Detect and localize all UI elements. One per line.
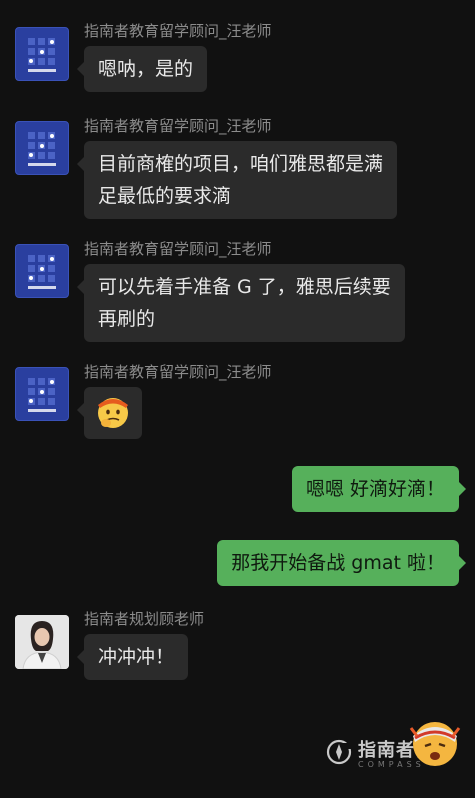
message-text: 嗯呐，是的 [98,58,194,80]
message-text: 那我开始备战 gmat 啦！ [231,552,445,574]
message-bubble-sent[interactable]: 那我开始备战 gmat 啦！ [217,540,466,586]
message-bubble[interactable]: 嗯呐，是的 [76,46,208,92]
compass-logo-icon [28,38,56,72]
message-text: 嗯嗯 好滴好滴！ [305,478,445,500]
advisor-avatar[interactable] [15,121,69,175]
thinking-face-emoji [98,398,128,428]
advisor-avatar[interactable] [15,615,69,669]
advisor-avatar[interactable] [15,27,69,81]
compass-logo-icon [28,132,56,166]
sender-name: 指南者规划顾老师 [84,610,205,628]
compass-brand-icon [326,739,352,765]
advisor-avatar[interactable] [15,244,69,298]
message-bubble[interactable]: 目前商榷的项目，咱们雅思都是满 足最低的要求滴 [76,141,398,219]
mascot-sticker [409,722,461,766]
message-text-line: 可以先着手准备 G 了，雅思后续要 [98,276,391,298]
sender-name: 指南者教育留学顾问_汪老师 [84,240,272,258]
message-bubble[interactable]: 可以先着手准备 G 了，雅思后续要 再刷的 [77,264,405,342]
person-photo-icon [15,615,69,669]
compass-logo-icon [28,255,56,289]
message-bubble[interactable] [77,387,142,439]
sender-name: 指南者教育留学顾问_汪老师 [84,363,272,381]
chat-window: 指南者教育留学顾问_汪老师 嗯呐，是的 指南者教育留学顾问_汪老师 目前商榷的项… [0,0,475,798]
message-text-line: 目前商榷的项目，咱们雅思都是满 [98,153,384,175]
brand-watermark: 指南者留学 COMPASS [325,722,475,798]
message-bubble-sent[interactable]: 嗯嗯 好滴好滴！ [291,466,467,512]
sender-name: 指南者教育留学顾问_汪老师 [84,22,272,40]
advisor-avatar[interactable] [15,367,69,421]
message-text-line: 足最低的要求滴 [98,185,232,207]
sender-name: 指南者教育留学顾问_汪老师 [84,117,272,135]
message-text: 冲冲冲！ [98,646,175,668]
message-bubble[interactable]: 冲冲冲！ [76,634,189,680]
compass-logo-icon [28,378,56,412]
message-text-line: 再刷的 [98,308,156,330]
